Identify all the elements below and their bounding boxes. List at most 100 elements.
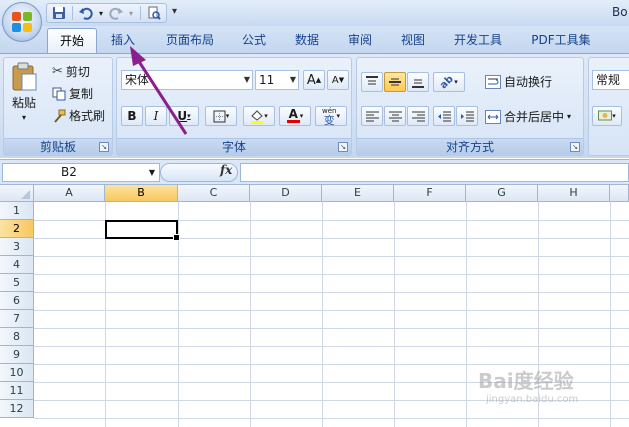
row-header[interactable]: 7 (0, 310, 34, 328)
office-button[interactable] (2, 2, 42, 42)
column-header[interactable]: D (250, 185, 322, 202)
copy-icon (52, 87, 66, 100)
bold-button[interactable]: B (121, 106, 143, 126)
decrease-indent-button[interactable] (433, 106, 455, 126)
select-all-corner[interactable] (0, 185, 34, 202)
tab-view[interactable]: 视图 (392, 28, 434, 54)
chevron-down-icon[interactable]: ▼ (149, 164, 155, 181)
align-middle-button[interactable] (384, 72, 406, 92)
number-group: 常规 ▾ (588, 57, 629, 156)
borders-button[interactable]: ▾ (205, 106, 237, 126)
alignment-launcher-icon[interactable]: ↘ (570, 142, 580, 152)
number-format-combo[interactable]: 常规 (592, 70, 629, 90)
copy-label: 复制 (69, 87, 94, 101)
row-header[interactable]: 1 (0, 202, 34, 220)
tab-review[interactable]: 审阅 (339, 28, 381, 54)
font-name-combo[interactable]: 宋体 ▼ (121, 70, 253, 90)
fill-color-button[interactable]: ▾ (243, 106, 275, 126)
column-header-partial[interactable] (610, 185, 629, 202)
column-header[interactable]: C (178, 185, 250, 202)
tab-formulas[interactable]: 公式 (233, 28, 275, 54)
customize-toolbar-icon[interactable]: ▾ (172, 6, 177, 17)
formula-input[interactable] (240, 163, 629, 182)
shrink-font-button[interactable]: A ▼ (327, 70, 349, 90)
window-title: Bo (612, 5, 628, 19)
tab-home[interactable]: 开始 (47, 28, 97, 54)
align-right-button[interactable] (407, 106, 429, 126)
tab-developer[interactable]: 开发工具 (445, 28, 511, 54)
align-top-button[interactable] (361, 72, 383, 92)
insert-function-icon[interactable]: fx (220, 163, 232, 177)
print-preview-icon[interactable] (146, 5, 162, 21)
italic-button[interactable]: I (145, 106, 167, 126)
tab-pdf-tools[interactable]: PDF工具集 (522, 28, 600, 54)
column-header[interactable]: F (394, 185, 466, 202)
column-header[interactable]: E (322, 185, 394, 202)
format-painter-button[interactable]: 格式刷 (52, 107, 105, 124)
copy-button[interactable]: 复制 (52, 85, 93, 102)
toolbar-separator (140, 6, 141, 20)
watermark-logo-text: Bai度经验 (478, 369, 574, 393)
wrap-text-button[interactable]: 自动换行 (485, 73, 552, 90)
number-format-value: 常规 (596, 73, 621, 87)
grid-line (34, 346, 629, 347)
brush-icon (54, 109, 66, 123)
phonetic-guide-button[interactable]: wén 变 ▾ (315, 106, 347, 126)
save-icon[interactable] (51, 5, 67, 21)
align-left-button[interactable] (361, 106, 383, 126)
office-logo-icon (12, 12, 32, 32)
alignment-group-label: 对齐方式 (357, 138, 583, 155)
redo-dropdown-icon[interactable]: ▾ (127, 5, 135, 21)
font-group: 宋体 ▼ 11 ▼ A ▲ A ▼ B I U ▾ ▾ ▾ A ▾ wén 变 … (116, 57, 352, 156)
grid-line (34, 310, 629, 311)
row-header[interactable]: 12 (0, 400, 34, 418)
font-launcher-icon[interactable]: ↘ (338, 142, 348, 152)
accounting-format-button[interactable]: ▾ (592, 106, 622, 126)
paste-dropdown-icon[interactable]: ▾ (22, 113, 26, 122)
row-header[interactable]: 9 (0, 346, 34, 364)
font-color-button[interactable]: A ▾ (279, 106, 311, 126)
paste-button[interactable]: 粘贴 ▾ (10, 62, 38, 122)
grid-line (466, 202, 467, 427)
align-right-icon (411, 111, 425, 121)
align-center-button[interactable] (384, 106, 406, 126)
chevron-down-icon[interactable]: ▾ (567, 112, 571, 121)
column-header[interactable]: G (466, 185, 538, 202)
grow-font-button[interactable]: A ▲ (303, 70, 325, 90)
row-header[interactable]: 11 (0, 382, 34, 400)
undo-dropdown-icon[interactable]: ▾ (97, 5, 105, 21)
name-box[interactable]: B2 ▼ (2, 163, 160, 182)
align-bottom-button[interactable] (407, 72, 429, 92)
row-header[interactable]: 8 (0, 328, 34, 346)
row-header[interactable]: 4 (0, 256, 34, 274)
row-header[interactable]: 3 (0, 238, 34, 256)
cut-button[interactable]: ✂ 剪切 (52, 63, 90, 80)
chevron-down-icon[interactable]: ▼ (290, 71, 296, 89)
undo-icon[interactable] (78, 5, 94, 21)
increase-indent-button[interactable] (456, 106, 478, 126)
formula-bar: B2 ▼ fx (0, 159, 629, 185)
ribbon: 粘贴 ▾ ✂ 剪切 复制 格式刷 剪贴板 ↘ 宋体 ▼ 11 ▼ A ▲ A ▼ B… (0, 53, 629, 158)
row-header[interactable]: 5 (0, 274, 34, 292)
font-size-value: 11 (259, 73, 275, 87)
column-header[interactable]: B (105, 185, 178, 202)
underline-button[interactable]: U ▾ (169, 106, 199, 126)
chevron-down-icon[interactable]: ▼ (244, 71, 250, 89)
tab-insert[interactable]: 插入 (100, 28, 146, 54)
redo-icon[interactable] (108, 5, 124, 21)
merge-center-button[interactable]: 合并后居中 ▾ (485, 108, 571, 125)
font-size-combo[interactable]: 11 ▼ (255, 70, 299, 90)
row-header[interactable]: 2 (0, 220, 34, 238)
column-header[interactable]: A (34, 185, 105, 202)
clipboard-launcher-icon[interactable]: ↘ (99, 142, 109, 152)
grid-line (394, 202, 395, 427)
orientation-button[interactable]: ab ▾ (433, 72, 465, 92)
align-center-icon (388, 111, 402, 121)
row-header[interactable]: 10 (0, 364, 34, 382)
row-header[interactable]: 6 (0, 292, 34, 310)
grid-line (322, 202, 323, 427)
column-header[interactable]: H (538, 185, 610, 202)
active-cell-b2[interactable] (105, 220, 180, 241)
tab-data[interactable]: 数据 (286, 28, 328, 54)
tab-page-layout[interactable]: 页面布局 (157, 28, 223, 54)
